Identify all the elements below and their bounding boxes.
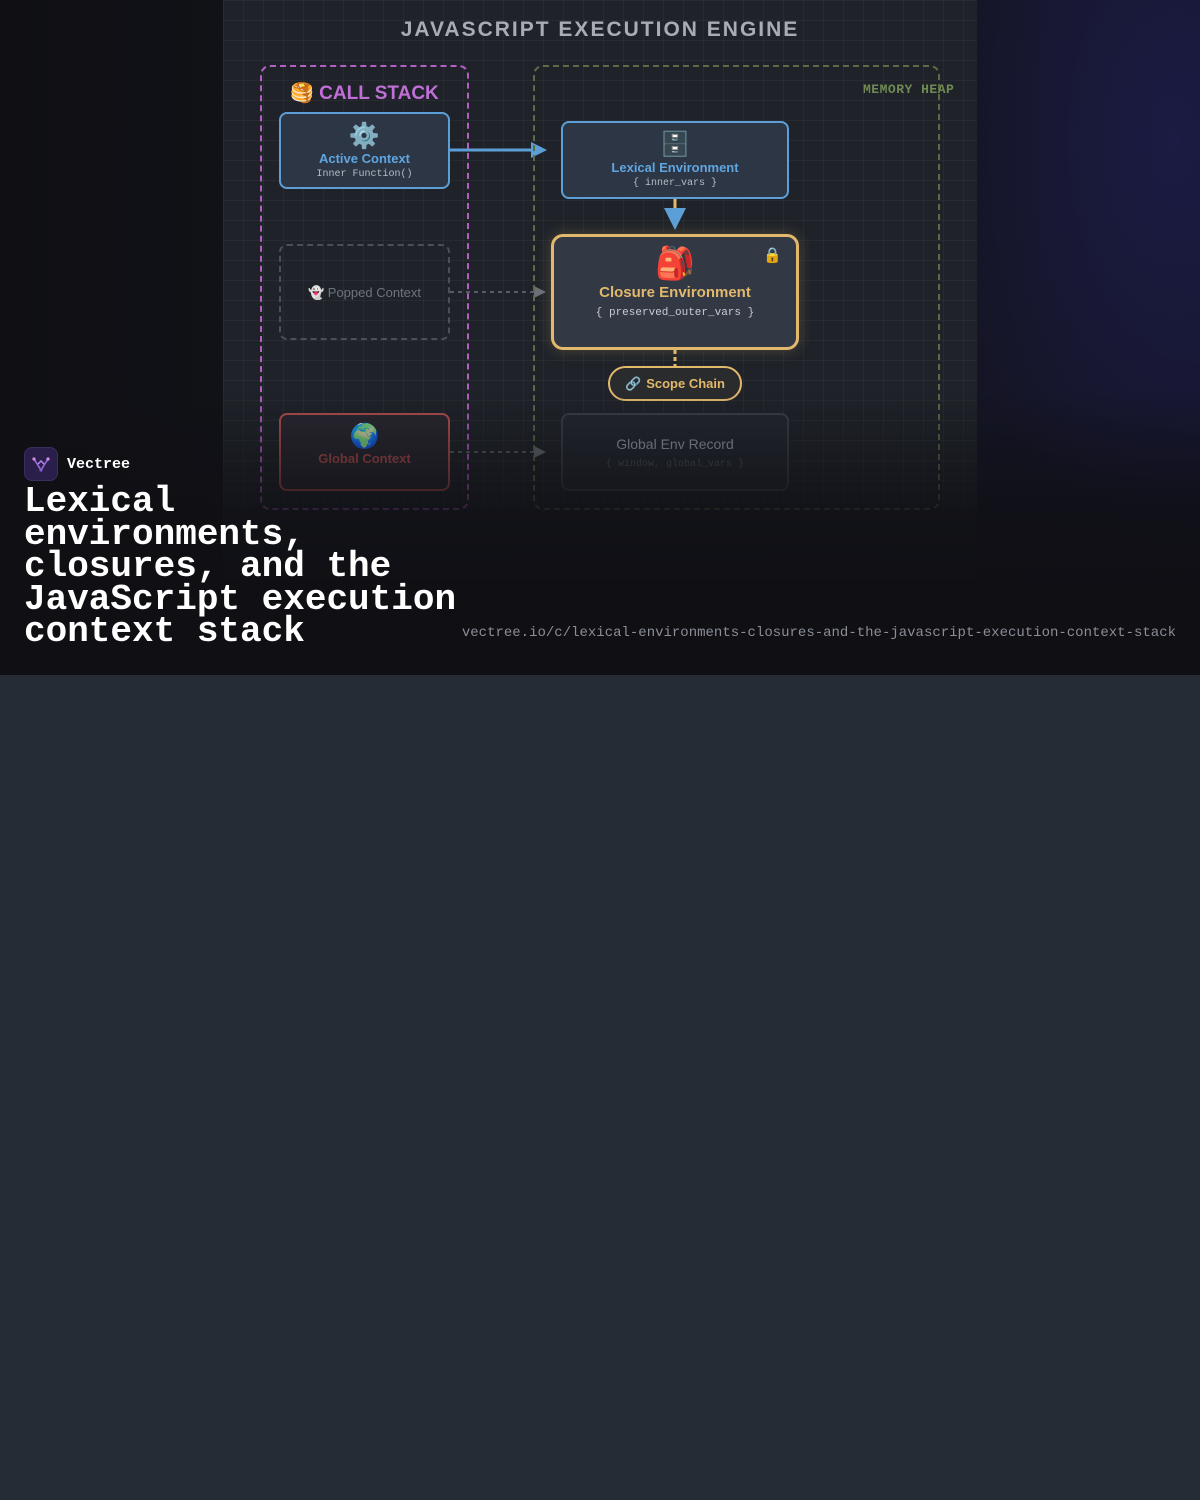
vectree-logo-icon — [24, 447, 58, 481]
closure-environment-box: 🔒 🎒 Closure Environment { preserved_oute… — [551, 234, 799, 350]
lock-icon: 🔒 — [763, 247, 782, 264]
ghost-icon: 👻 — [307, 285, 325, 300]
popped-context-row: 👻 Popped Context — [281, 285, 448, 301]
pancakes-icon: 🥞 — [290, 83, 314, 104]
backpack-icon: 🎒 — [655, 245, 695, 281]
scope-chain-pill: 🔗 Scope Chain — [608, 366, 742, 401]
closure-environment-label: Closure Environment — [599, 284, 751, 301]
call-stack-label: CALL STACK — [319, 83, 439, 104]
call-stack-title: 🥞 CALL STACK — [262, 81, 467, 105]
active-context-sub: Inner Function() — [316, 169, 413, 180]
file-cabinet-icon: 🗄️ — [660, 131, 690, 158]
scope-chain-label: Scope Chain — [646, 376, 725, 391]
brand-name: Vectree — [67, 455, 131, 473]
global-context-label: Global Context — [318, 451, 411, 466]
active-context-label: Active Context — [318, 151, 411, 166]
vectree-logo-mark — [32, 457, 50, 472]
global-context-box: 🌍 Global Context — [279, 413, 450, 491]
lexical-environment-box: 🗄️ Lexical Environment { inner_vars } — [561, 121, 789, 199]
global-env-record-label: Global Env Record — [616, 436, 734, 452]
page-url-link[interactable]: vectree.io/c/lexical-environments-closur… — [462, 625, 1176, 641]
lexical-environment-sub: { inner_vars } — [632, 178, 717, 189]
background-glow — [940, 0, 1200, 560]
memory-heap-label: MEMORY HEAP — [863, 82, 955, 97]
closure-environment-sub: { preserved_outer_vars } — [595, 307, 755, 319]
global-env-record-sub: { window, global_vars } — [605, 459, 745, 470]
popped-context-box: 👻 Popped Context — [279, 244, 450, 340]
gear-icon: ⚙️ — [348, 122, 381, 150]
globe-icon: 🌍 — [349, 423, 380, 450]
global-env-record-box: Global Env Record { window, global_vars … — [561, 413, 789, 491]
brand[interactable]: Vectree — [24, 447, 130, 481]
popped-context-label: Popped Context — [327, 285, 422, 300]
active-context-box: ⚙️ Active Context Inner Function() — [279, 112, 450, 189]
hero-card: JAVASCRIPT EXECUTION ENGINE 🥞 CALL STACK — [0, 0, 1200, 675]
link-icon: 🔗 — [625, 375, 642, 391]
lexical-environment-label: Lexical Environment — [611, 160, 739, 175]
page-headline: Lexical environments, closures, and the … — [24, 481, 457, 652]
